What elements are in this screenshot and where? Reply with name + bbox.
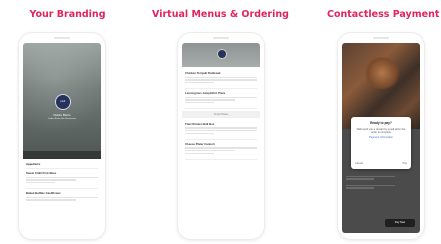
venue-logo: prefr (55, 94, 71, 110)
section-title: Appetizers (26, 162, 41, 166)
menu-item-name: Baked Buffalo Cauliflower (26, 190, 61, 195)
menu-item-description (185, 150, 236, 152)
form-field[interactable] (346, 187, 374, 189)
menu-item-name: Sweet Chilli Pork Bites (26, 171, 57, 175)
confirm-pay-button[interactable]: Pay (403, 162, 407, 165)
phone-payment: Ready to pay? Well send you a receipt by… (338, 33, 424, 239)
menu-item[interactable]: Baked Buffalo Cauliflower (26, 187, 98, 205)
phone-speaker (54, 37, 70, 39)
menu-item-description (185, 76, 257, 78)
menu-item-description (26, 179, 77, 181)
menu-item-price (185, 82, 214, 84)
phone-menus: Chicken Teriyaki Flatbread Lemongrass Ju… (178, 33, 264, 239)
menu-item[interactable]: Cheese Plater Cannoli (185, 140, 257, 160)
phone-screen: Ready to pay? Well send you a receipt by… (342, 43, 420, 233)
modal-title: Ready to pay? (370, 121, 392, 125)
menu-item-name: Lemongrass Jumpinfish Pizza (185, 90, 226, 95)
menu-item[interactable]: Chicken Teriyaki Flatbread (185, 69, 257, 89)
menu-item-description (185, 127, 257, 129)
menu-item-price (185, 152, 214, 155)
menu-item-price (26, 182, 55, 184)
menu-item-description (26, 196, 98, 198)
menu-item-description (185, 99, 236, 101)
menu-item-description (26, 199, 77, 201)
pay-confirm-modal: Ready to pay? Well send you a receipt by… (351, 117, 411, 169)
menu-list: Chicken Teriyaki Flatbread Lemongrass Ju… (182, 67, 260, 233)
cancel-button[interactable]: Cancel (355, 162, 363, 165)
form-field[interactable] (346, 175, 395, 177)
menu-item-description (185, 147, 257, 149)
phone-screen: Chicken Teriyaki Flatbread Lemongrass Ju… (182, 43, 260, 233)
menu-item-description (185, 130, 257, 132)
modal-body: Well send you a receipt by email when th… (356, 128, 406, 135)
menu-item-description (185, 96, 257, 98)
menu-item[interactable]: Sweet Chilli Pork Bites (26, 168, 98, 188)
menu-item-description (26, 176, 98, 178)
venue-name: Dubini Bistro (53, 113, 71, 117)
phone-branding: prefr Dubini Bistro Dubini Bistro Bar Re… (19, 33, 105, 239)
column-title-menus: Virtual Menus & Ordering (152, 9, 289, 20)
menu-item-description (185, 79, 257, 81)
venue-subtitle: Dubini Bistro Bar Restaurant (48, 118, 76, 120)
menu-item-price (185, 133, 214, 135)
menu-header (182, 43, 260, 67)
column-title-payment: Contactless Payment (327, 9, 440, 20)
phone-screen: prefr Dubini Bistro Dubini Bistro Bar Re… (23, 43, 101, 233)
phone-speaker (373, 37, 389, 39)
menu-list: Appetizers Sweet Chilli Pork Bites Baked… (23, 159, 101, 233)
menu-item-name: Chicken Teriyaki Flatbread (185, 71, 221, 75)
category-tab-bar[interactable] (23, 151, 101, 159)
form-field[interactable] (346, 178, 374, 180)
venue-logo (217, 49, 227, 59)
menu-item-name: Thai Chicken Ball Box (185, 121, 215, 126)
payment-info-link[interactable]: Payment Information (355, 136, 407, 139)
phone-speaker (213, 37, 229, 39)
menu-item[interactable]: Lemongrass Jumpinfish Pizza (185, 89, 257, 109)
column-title-branding: Your Branding (29, 9, 106, 20)
pay-now-button[interactable]: Pay Now (385, 219, 415, 227)
menu-item-name: Cheese Plater Cannoli (185, 141, 215, 146)
form-field[interactable] (346, 184, 395, 186)
payment-form (346, 174, 416, 190)
menu-item-price (185, 102, 214, 104)
menu-item[interactable]: Thai Chicken Ball Box (185, 120, 257, 140)
category-divider: Small Plates (182, 110, 260, 118)
